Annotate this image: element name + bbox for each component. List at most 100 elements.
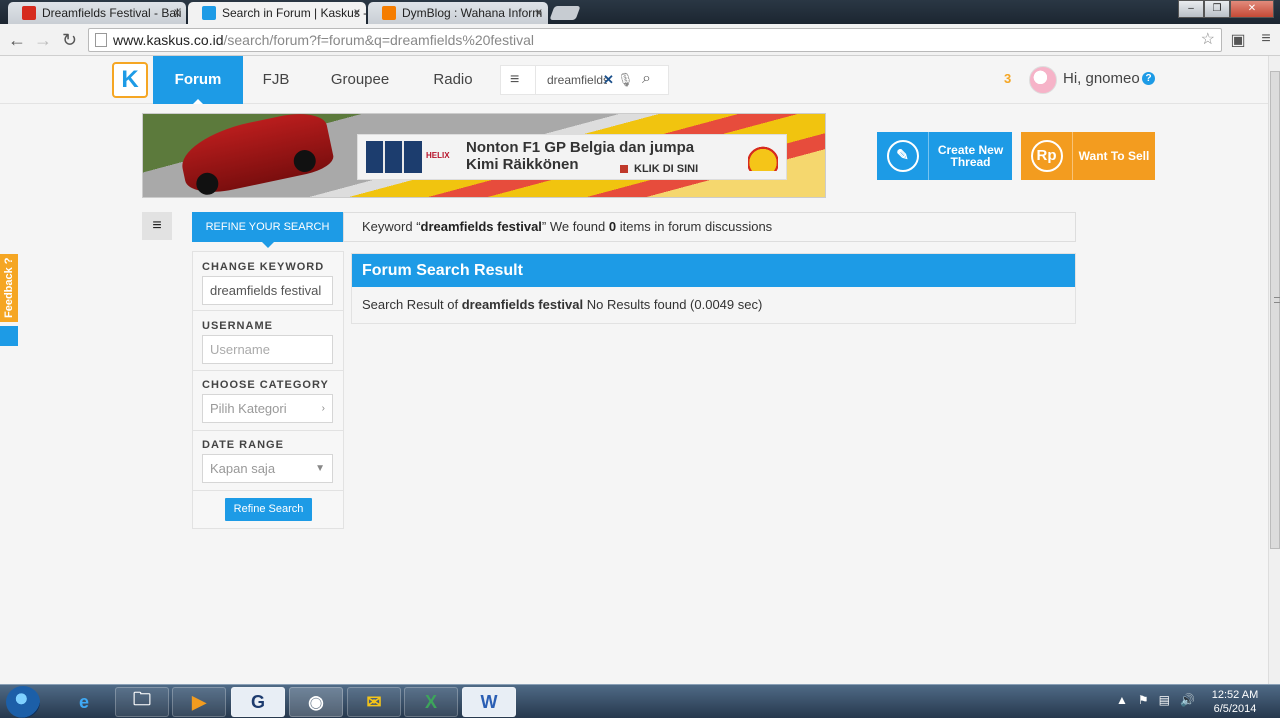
media-player-icon[interactable]: ▶ (172, 687, 226, 717)
browser-tab-title: DymBlog : Wahana Inform (402, 6, 543, 20)
helix-brand: HELIX (426, 151, 450, 160)
extension-icon[interactable]: ▣ (1228, 30, 1248, 50)
date-range-group: DATE RANGE Kapan saja ▼ (193, 431, 343, 491)
minimize-icon[interactable]: – (1178, 0, 1204, 18)
results-suffix: No Results found (0.0049 sec) (583, 297, 763, 312)
refine-search-button[interactable]: Refine Search (225, 498, 312, 521)
network-icon[interactable]: ▤ (1159, 693, 1170, 707)
want-to-sell-label: Want To Sell (1078, 149, 1150, 163)
banner-promo-box: HELIX Nonton F1 GP Belgia dan jumpa Kimi… (357, 134, 787, 180)
site-header: K Forum FJB Groupee Radio ≡ dreamfields … (0, 56, 1268, 104)
browser-toolbar: ← → ↻ www.kaskus.co.id/search/forum?f=fo… (0, 24, 1280, 56)
page-scrollbar[interactable] (1268, 56, 1280, 684)
search-input[interactable]: dreamfields (547, 73, 607, 87)
username-field[interactable] (202, 335, 333, 364)
nav-fjb[interactable]: FJB (250, 56, 302, 104)
help-icon[interactable]: ? (1142, 72, 1155, 85)
kaskus-favicon-icon (202, 6, 216, 20)
shell-logo (748, 143, 778, 171)
category-label: CHOOSE CATEGORY (202, 379, 329, 391)
nav-groupee[interactable]: Groupee (322, 56, 398, 104)
chrome-icon[interactable]: ◉ (289, 687, 343, 717)
close-window-icon[interactable]: ✕ (1230, 0, 1274, 18)
address-bar[interactable]: www.kaskus.co.id/search/forum?f=forum&q=… (88, 28, 1222, 52)
nav-forum[interactable]: Forum (153, 56, 243, 104)
show-hidden-icons-icon[interactable]: ▲ (1116, 693, 1128, 707)
category-select[interactable]: Pilih Kategori › (202, 394, 333, 423)
username-group: USERNAME (193, 311, 343, 371)
chevron-down-icon: ▼ (315, 463, 325, 474)
reload-icon[interactable]: ↻ (62, 30, 77, 51)
summary-middle: ” We found (541, 219, 609, 234)
create-new-thread-button[interactable]: ✎ Create New Thread (877, 132, 1012, 180)
date-range-label: DATE RANGE (202, 439, 284, 451)
refine-search-header: REFINE YOUR SEARCH (192, 212, 343, 248)
chevron-right-icon: › (321, 403, 325, 414)
forward-arrow-icon[interactable]: → (34, 30, 52, 51)
close-tab-icon[interactable]: x (354, 5, 360, 19)
search-summary: Keyword “dreamfields festival” We found … (343, 212, 1076, 242)
divider (535, 66, 536, 94)
f1-banner-ad[interactable]: HELIX Nonton F1 GP Belgia dan jumpa Kimi… (142, 113, 826, 198)
menu-icon[interactable]: ≡ (1256, 30, 1276, 50)
nav-radio[interactable]: Radio (425, 56, 481, 104)
flag-icon[interactable]: ⚑ (1138, 693, 1149, 707)
microphone-icon[interactable]: 🎙 (617, 72, 634, 88)
avatar[interactable] (1029, 66, 1057, 94)
sidebar-toggle-icon[interactable]: ≡ (142, 212, 172, 240)
oil-cans-image (366, 141, 422, 173)
clock[interactable]: 12:52 AM 6/5/2014 (1205, 688, 1265, 716)
clear-search-icon[interactable]: ✕ (603, 72, 614, 88)
hamburger-menu-icon[interactable]: ≡ (510, 71, 519, 89)
close-tab-icon[interactable]: x (536, 5, 542, 19)
system-tray: ▲ ⚑ ▤ 🔊 (1116, 693, 1195, 707)
app-g-icon[interactable]: G (231, 687, 285, 717)
results-prefix: Search Result of (362, 297, 462, 312)
notification-count[interactable]: 3 (1004, 71, 1011, 86)
date-range-select[interactable]: Kapan saja ▼ (202, 454, 333, 483)
new-tab-button[interactable] (549, 6, 581, 20)
volume-icon[interactable]: 🔊 (1180, 693, 1195, 707)
word-icon[interactable]: W (462, 687, 516, 717)
start-button[interactable] (6, 686, 40, 718)
summary-suffix: items in forum discussions (616, 219, 773, 234)
user-greeting[interactable]: Hi, gnomeo (1063, 70, 1140, 87)
site-search: ≡ dreamfields ✕ 🎙 ⌕ (500, 65, 669, 95)
search-results-panel: Forum Search Result Search Result of dre… (351, 253, 1076, 324)
browser-tab-strip: Dreamfields Festival - Bali x Search in … (0, 0, 1280, 24)
date-range-value: Kapan saja (210, 461, 276, 476)
change-keyword-label: CHANGE KEYWORD (202, 261, 325, 273)
search-icon[interactable]: ⌕ (642, 70, 651, 88)
results-keyword: dreamfields festival (461, 297, 584, 312)
restore-icon[interactable]: ❐ (1204, 0, 1230, 18)
scrollbar-thumb[interactable] (1270, 71, 1280, 549)
change-keyword-group: CHANGE KEYWORD (193, 252, 343, 311)
feedback-tab[interactable]: Feedback ? (0, 254, 18, 322)
browser-tab-title: Search in Forum | Kaskus - (222, 6, 366, 20)
browser-tab[interactable]: DymBlog : Wahana Inform x (368, 2, 548, 24)
ie-icon[interactable]: e (57, 687, 111, 717)
want-to-sell-button[interactable]: Rp Want To Sell (1021, 132, 1155, 180)
create-thread-label: Create New Thread (937, 143, 1004, 169)
url-path: /search/forum?f=forum&q=dreamfields%20fe… (223, 32, 534, 48)
outlook-icon[interactable]: ✉ (347, 687, 401, 717)
clock-time: 12:52 AM (1211, 689, 1259, 701)
bookmark-star-icon[interactable]: ☆ (1201, 29, 1215, 51)
window-controls: – ❐ ✕ (1178, 0, 1274, 18)
banner-cta[interactable]: KLIK DI SINI (620, 163, 698, 175)
f1-car-image (176, 114, 336, 197)
excel-icon[interactable]: X (404, 687, 458, 717)
refine-sidebar: CHANGE KEYWORD USERNAME CHOOSE CATEGORY … (192, 251, 344, 529)
category-group: CHOOSE CATEGORY Pilih Kategori › (193, 371, 343, 431)
keyword-field[interactable] (202, 276, 333, 305)
browser-tab[interactable]: Dreamfields Festival - Bali x (8, 2, 186, 24)
summary-prefix: Keyword “ (362, 219, 421, 234)
close-tab-icon[interactable]: x (174, 5, 180, 19)
kaskus-logo[interactable]: K (112, 62, 148, 98)
browser-tab-active[interactable]: Search in Forum | Kaskus - x (188, 2, 366, 24)
back-arrow-icon[interactable]: ← (8, 30, 26, 51)
rupiah-icon: Rp (1021, 132, 1073, 180)
feedback-icon[interactable] (0, 326, 18, 346)
youtube-icon (22, 6, 36, 20)
explorer-icon[interactable]: 🗀 (115, 687, 169, 717)
